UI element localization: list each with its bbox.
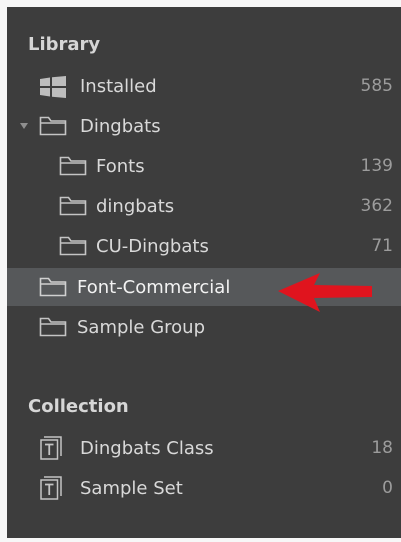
expand-triangle-icon[interactable] xyxy=(20,123,28,129)
library-item-count: 71 xyxy=(371,236,393,256)
library-header: Library xyxy=(28,34,101,55)
folder-icon xyxy=(39,277,67,297)
library-item-cu-dingbats[interactable]: CU-Dingbats 71 xyxy=(7,227,401,265)
library-item-dingbats[interactable]: dingbats 362 xyxy=(7,187,401,225)
library-item-label: CU-Dingbats xyxy=(96,235,209,257)
collection-item-label: Dingbats Class xyxy=(80,437,214,459)
library-item-label: dingbats xyxy=(96,195,175,217)
collection-item-count: 18 xyxy=(371,438,393,458)
library-item-count: 585 xyxy=(360,76,393,96)
library-item-label: Sample Group xyxy=(77,316,206,338)
collection-item-dingbats-class[interactable]: Dingbats Class 18 xyxy=(7,429,401,467)
library-item-label: Font-Commercial xyxy=(77,276,231,298)
red-arrow-icon xyxy=(278,273,372,312)
collection-item-count: 0 xyxy=(382,478,393,498)
folder-icon xyxy=(39,116,67,136)
library-item-label: Dingbats xyxy=(80,115,161,137)
library-item-label: Fonts xyxy=(96,155,145,177)
library-item-fonts[interactable]: Fonts 139 xyxy=(7,147,401,185)
folder-icon xyxy=(59,236,87,256)
library-item-count: 362 xyxy=(360,196,393,216)
font-collection-icon xyxy=(40,476,62,500)
windows-icon xyxy=(40,76,66,98)
screenshot-frame-bottom xyxy=(0,538,401,542)
library-item-count: 139 xyxy=(360,156,393,176)
folder-icon xyxy=(39,317,67,337)
collection-item-label: Sample Set xyxy=(80,477,183,499)
folder-icon xyxy=(59,196,87,216)
library-item-dingbats-group[interactable]: Dingbats xyxy=(7,107,401,145)
folder-icon xyxy=(59,156,87,176)
font-collection-icon xyxy=(40,436,62,460)
screenshot-frame-top xyxy=(0,0,401,7)
screenshot-frame-left xyxy=(0,0,7,542)
collection-header: Collection xyxy=(28,396,129,417)
library-item-installed[interactable]: Installed 585 xyxy=(7,67,401,105)
library-item-label: Installed xyxy=(80,75,157,97)
collection-item-sample-set[interactable]: Sample Set 0 xyxy=(7,469,401,507)
